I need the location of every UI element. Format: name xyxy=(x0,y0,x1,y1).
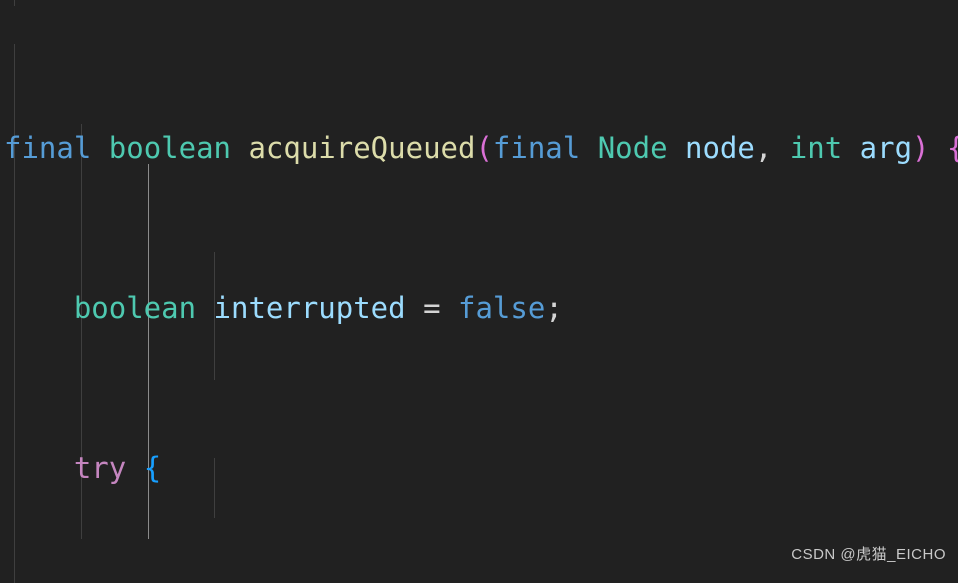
token-semicolon: ; xyxy=(545,291,563,325)
bracket-open-brace: { xyxy=(143,451,162,485)
code-line-2[interactable]: boolean interrupted = false; xyxy=(0,288,958,328)
token-keyword-try: try xyxy=(73,451,127,485)
code-lines-container[interactable]: final boolean acquireQueued(final Node n… xyxy=(0,8,958,583)
token-comma: , xyxy=(754,131,773,165)
token-type-boolean: boolean xyxy=(108,131,231,165)
token-literal-false: false xyxy=(458,291,546,325)
code-editor-pane[interactable]: final boolean acquireQueued(final Node n… xyxy=(0,0,958,583)
bracket-open-paren: ( xyxy=(475,131,493,165)
token-type-int: int xyxy=(789,131,843,165)
watermark-label: CSDN @虎猫_EICHO xyxy=(791,546,946,563)
token-keyword-final: final xyxy=(4,131,92,165)
token-keyword-final: final xyxy=(492,131,581,165)
token-param-arg: arg xyxy=(859,131,913,165)
code-line-3[interactable]: try { xyxy=(0,448,958,488)
bracket-open-brace: { xyxy=(947,131,958,165)
bracket-close-paren: ) xyxy=(912,131,930,165)
indent-guide-top-stub xyxy=(14,0,15,6)
token-var-interrupted: interrupted xyxy=(213,291,406,325)
token-method-acquireQueued: acquireQueued xyxy=(248,131,476,165)
code-line-1[interactable]: final boolean acquireQueued(final Node n… xyxy=(0,128,958,168)
token-type-node: Node xyxy=(597,131,668,165)
token-param-node: node xyxy=(685,131,755,165)
token-type-boolean: boolean xyxy=(73,291,197,325)
token-operator-assign: = xyxy=(423,291,441,325)
